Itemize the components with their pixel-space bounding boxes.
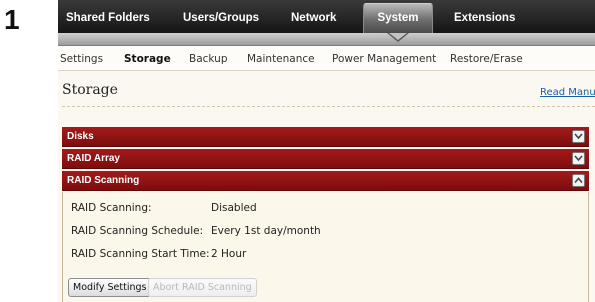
sub-nav-backup[interactable]: Backup [189, 46, 228, 70]
panel-disks-label: Disks [67, 131, 94, 142]
page-title: Storage [62, 82, 118, 98]
sub-nav-power-management[interactable]: Power Management [332, 46, 436, 70]
sub-nav-restore-erase[interactable]: Restore/Erase [450, 46, 523, 70]
top-nav-system[interactable]: System [363, 3, 433, 33]
panel-raid-scanning[interactable]: RAID Scanning [62, 171, 589, 191]
raid-scanning-label: RAID Scanning: [71, 202, 152, 214]
top-nav-users-groups[interactable]: Users/Groups [183, 0, 259, 33]
raid-scanning-content: RAID Scanning: Disabled RAID Scanning Sc… [62, 192, 589, 302]
modify-settings-button[interactable]: Modify Settings [68, 278, 152, 297]
panel-disks[interactable]: Disks [62, 127, 589, 147]
top-nav-extensions[interactable]: Extensions [454, 0, 515, 33]
panel-raid-scanning-label: RAID Scanning [67, 175, 140, 186]
read-manual-link[interactable]: Read Manual [540, 87, 595, 98]
sub-nav-settings[interactable]: Settings [60, 46, 103, 70]
chevron-up-icon[interactable] [572, 174, 585, 187]
raid-scanning-start-time-value: 2 Hour [211, 248, 247, 260]
top-nav-shared-folders[interactable]: Shared Folders [66, 0, 150, 33]
sub-nav-storage[interactable]: Storage [124, 46, 171, 70]
chevron-down-icon[interactable] [572, 130, 585, 143]
panel-raid-array[interactable]: RAID Array [62, 149, 589, 169]
sub-nav-maintenance[interactable]: Maintenance [247, 46, 315, 70]
panel-raid-array-label: RAID Array [67, 153, 120, 164]
top-nav-network[interactable]: Network [291, 0, 336, 33]
active-tab-pointer-inner [389, 33, 407, 40]
nav-separator-bar [58, 33, 595, 46]
sub-nav: Settings Storage Backup Maintenance Powe… [58, 46, 595, 71]
app-window: Shared Folders Users/Groups Network Syst… [58, 0, 595, 302]
title-divider [62, 106, 595, 107]
raid-scanning-schedule-label: RAID Scanning Schedule: [71, 225, 204, 237]
raid-scanning-start-time-label: RAID Scanning Start Time: [71, 248, 210, 260]
raid-scanning-schedule-value: Every 1st day/month [211, 225, 321, 237]
step-number: 1 [4, 4, 20, 35]
top-nav: Shared Folders Users/Groups Network Syst… [58, 0, 595, 33]
raid-scanning-value: Disabled [211, 202, 257, 214]
chevron-down-icon[interactable] [572, 152, 585, 165]
abort-raid-scanning-button[interactable]: Abort RAID Scanning [148, 278, 257, 297]
